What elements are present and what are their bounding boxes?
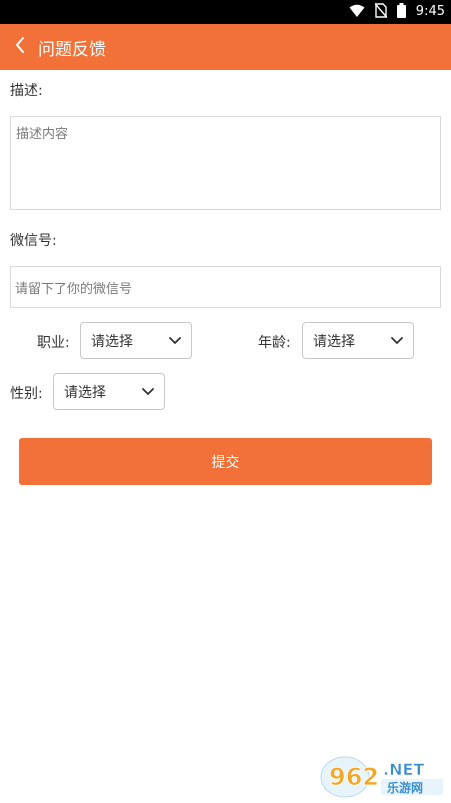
occupation-value: 请选择 (91, 333, 133, 350)
app-bar: 问题反馈 (0, 24, 451, 70)
wechat-label: 微信号: (10, 233, 57, 249)
status-bar: 9:45 (0, 0, 451, 24)
chevron-down-icon (142, 387, 154, 396)
age-select[interactable]: 请选择 (302, 322, 414, 359)
age-label: 年龄: (258, 335, 291, 351)
gender-value: 请选择 (64, 384, 106, 401)
age-value: 请选择 (313, 333, 355, 350)
back-button[interactable] (2, 24, 38, 70)
svg-text:962: 962 (329, 763, 379, 791)
svg-text:乐游网: 乐游网 (387, 780, 423, 795)
battery-icon (396, 2, 406, 22)
gender-label: 性别: (10, 386, 43, 402)
page-title: 问题反馈 (38, 39, 106, 60)
description-label: 描述: (10, 83, 43, 99)
chevron-down-icon (169, 336, 181, 345)
wifi-icon (349, 3, 365, 22)
wechat-placeholder: 请留下了你的微信号 (15, 281, 133, 297)
occupation-select[interactable]: 请选择 (80, 322, 192, 359)
description-input[interactable]: 描述内容 (10, 116, 441, 210)
watermark-logo: 962 .NET 乐游网 (315, 751, 445, 799)
submit-label: 提交 (211, 454, 240, 471)
status-time: 9:45 (415, 4, 445, 19)
wechat-input[interactable]: 请留下了你的微信号 (10, 266, 441, 308)
svg-text:.NET: .NET (383, 760, 424, 779)
no-sim-icon (374, 2, 388, 22)
chevron-left-icon (14, 36, 26, 58)
submit-button[interactable]: 提交 (19, 438, 432, 485)
description-placeholder: 描述内容 (16, 127, 69, 142)
gender-select[interactable]: 请选择 (53, 373, 165, 410)
status-icons: 9:45 (349, 0, 445, 24)
occupation-label: 职业: (37, 335, 70, 351)
chevron-down-icon (391, 336, 403, 345)
